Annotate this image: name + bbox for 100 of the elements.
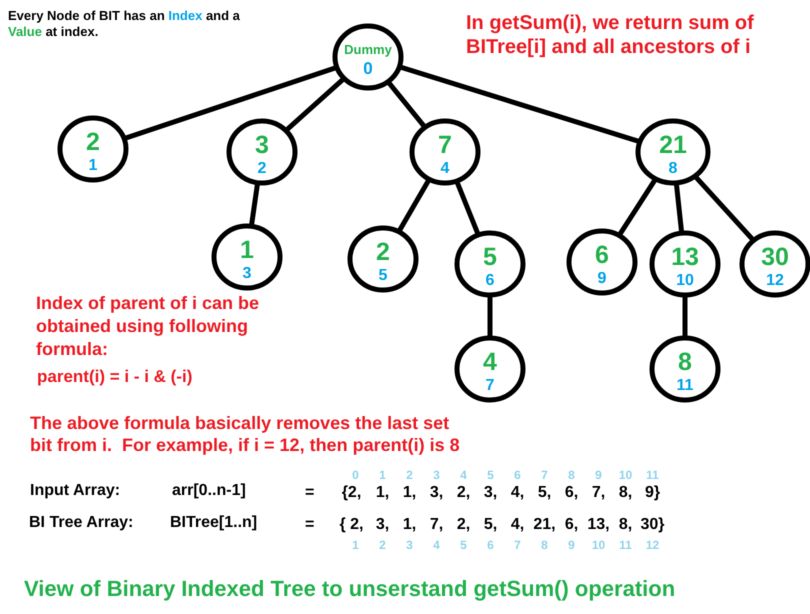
node-value: 7 (438, 131, 452, 159)
node-index: 2 (258, 160, 266, 177)
node-index: 3 (242, 265, 252, 282)
array-value: 4, (510, 516, 526, 534)
node-circle (212, 224, 282, 290)
node-circle (348, 226, 418, 292)
array-value: 13, (586, 516, 611, 534)
array-value: 6, (564, 516, 580, 534)
explanation-text: The above formula basically removes the last set bit from i. For example, if i = 12, then parent(i) is 8 (30, 412, 460, 456)
tree-edge (454, 180, 481, 236)
array-value: 9} (644, 484, 662, 502)
array-value: 3, (428, 484, 444, 502)
array-value: 1, (402, 516, 418, 534)
node-index: 4 (440, 160, 450, 177)
node-index: 10 (676, 272, 694, 289)
array-index: 2 (378, 538, 387, 552)
array-value: {2, (340, 484, 362, 502)
tree-edge (693, 174, 756, 242)
node-index: 7 (486, 377, 494, 394)
tree-edge (488, 295, 492, 338)
array-value: 1, (374, 484, 390, 502)
array-value: 1, (402, 484, 418, 502)
array-index: 10 (590, 538, 606, 552)
node-index: 6 (486, 272, 494, 289)
array-index: 11 (618, 538, 633, 552)
array-index: 2 (405, 468, 414, 482)
tree-edge (674, 182, 684, 234)
node-index: 11 (676, 377, 694, 394)
node-value: 5 (483, 243, 497, 271)
array-index: 10 (618, 468, 634, 482)
array-index: 11 (645, 468, 660, 482)
node-index: 1 (88, 157, 98, 174)
array-index: 3 (405, 538, 414, 552)
array-index: 1 (351, 538, 360, 552)
node-circle (454, 230, 526, 298)
node-index: 9 (598, 270, 606, 287)
array-value: 8, (618, 484, 634, 502)
array-index: 5 (459, 538, 468, 552)
node-circle (454, 336, 526, 402)
array-value: 2, (456, 516, 472, 534)
node-value: 6 (595, 241, 609, 269)
intro-text: Every Node of BIT has an Index and a Value at index. (8, 8, 241, 40)
array-name: arr[0..n-1] (172, 482, 246, 500)
array-index: 4 (432, 538, 441, 552)
tree-edge (396, 178, 432, 234)
node-index: 8 (668, 160, 678, 177)
array-value: 3, (482, 484, 498, 502)
node-value: 21 (659, 131, 687, 159)
array-index: 4 (459, 468, 468, 482)
tree-edge (682, 295, 688, 338)
equals-sign: = (305, 484, 314, 502)
node-circle (650, 336, 720, 402)
array-name: BITree[1..n] (170, 514, 258, 532)
array-index: 6 (513, 468, 522, 482)
array-index: 9 (567, 538, 576, 552)
parent-note: Index of parent of i can be obtained using following formula: (36, 292, 260, 361)
node-value: Dummy (344, 42, 392, 57)
array-index: 6 (486, 538, 495, 552)
node-value: 1 (240, 236, 254, 264)
node-index: 12 (766, 272, 784, 289)
node-value: 8 (678, 348, 692, 376)
array-index: 3 (432, 468, 441, 482)
array-index: 7 (513, 538, 522, 552)
node-value: 13 (671, 243, 699, 271)
node-value: 4 (483, 348, 497, 376)
array-label: Input Array: (30, 482, 120, 500)
node-circle (410, 118, 480, 186)
array-value: 5, (536, 484, 552, 502)
getsum-note: In getSum(i), we return sum of BITree[i] and all ancestors of i (466, 11, 754, 59)
array-index: 9 (594, 468, 603, 482)
array-index: 12 (644, 538, 660, 552)
array-value: 8, (618, 516, 634, 534)
array-index: 7 (540, 468, 549, 482)
array-index: 8 (540, 538, 549, 552)
node-value: 2 (86, 128, 100, 156)
tree-edge (617, 178, 658, 237)
equals-sign: = (305, 516, 314, 534)
caption: View of Binary Indexed Tree to unserstand getSum() operation (24, 576, 676, 602)
array-label: BI Tree Array: (29, 514, 134, 532)
node-index: 0 (363, 59, 373, 78)
array-value: 6, (564, 484, 580, 502)
array-value: { 2, (338, 516, 364, 534)
array-value: 2, (456, 484, 472, 502)
array-index: 8 (567, 468, 576, 482)
node-value: 3 (255, 131, 269, 159)
node-value: 2 (376, 238, 390, 266)
node-circle (332, 24, 404, 90)
node-value: 30 (761, 243, 789, 271)
array-index: 1 (378, 468, 387, 482)
array-value: 5, (482, 516, 498, 534)
array-index: 0 (351, 468, 360, 482)
node-circle (226, 118, 298, 186)
node-circle (650, 230, 720, 298)
tree-edge (248, 182, 260, 227)
formula-text: parent(i) = i - i & (-i) (37, 367, 192, 387)
array-value: 7, (428, 516, 444, 534)
node-circle (58, 116, 128, 182)
node-index: 5 (378, 267, 388, 284)
array-value: 21, (532, 516, 557, 534)
array-value: 3, (374, 516, 390, 534)
